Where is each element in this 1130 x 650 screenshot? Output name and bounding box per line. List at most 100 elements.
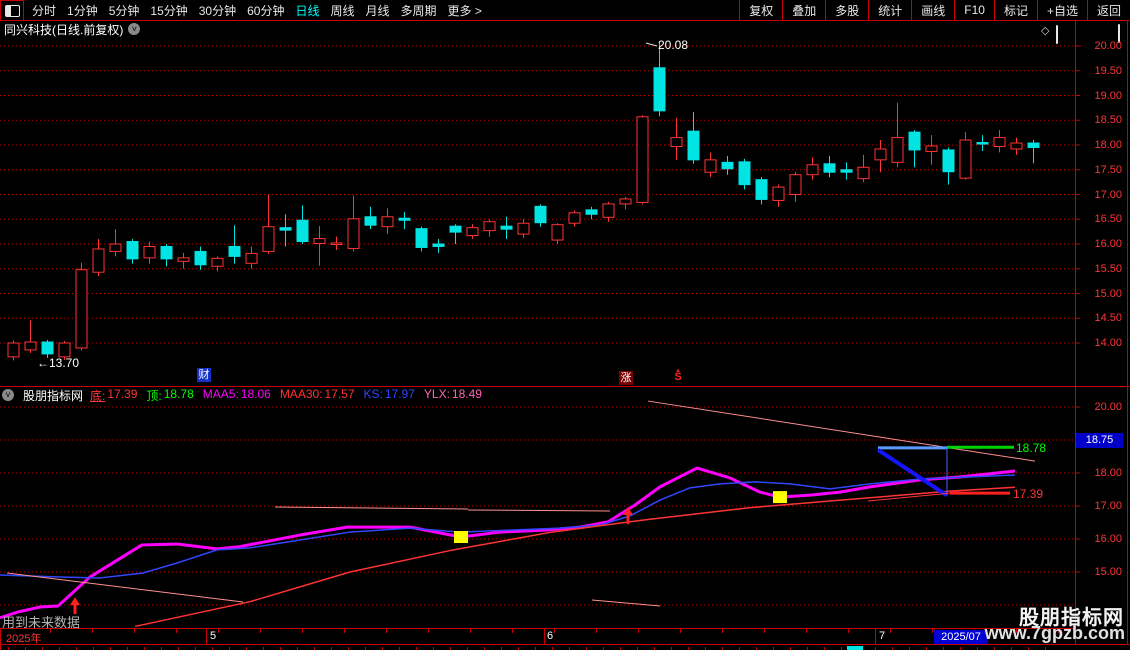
candle-body-down [194,250,207,266]
window-layout-button[interactable] [0,0,24,20]
candle-body-down [942,149,955,173]
xaxis-label-current-month: 2025/07 [934,629,988,644]
period-tab-60分钟[interactable]: 60分钟 [247,2,284,19]
candle-body-up [211,257,224,267]
candle-body-up [177,257,190,262]
candle-body-up [670,137,683,147]
indicator-value-顶: 顶: 18.78 [146,386,194,403]
period-tab-日线[interactable]: 日线 [295,2,319,19]
tool-button-复权[interactable]: 复权 [739,0,782,20]
candle-body-up [1010,142,1023,150]
event-badge-财[interactable]: 财 [197,368,211,382]
event-badge-涨[interactable]: 涨 [619,371,633,385]
period-tab-多周期[interactable]: 多周期 [401,2,437,19]
candle-body-down [279,227,292,231]
xaxis-label-2025年: 2025年 [6,633,42,645]
candle-body-down [364,216,377,226]
yellow-square-marker [454,531,468,544]
candle-body-down [976,142,989,145]
yellow-square-marker [773,491,787,504]
main-axis-label-18.50: 18.50 [1094,114,1122,127]
candle-body-up [993,137,1006,147]
candle-body-down [126,241,139,260]
main-axis-label-18.00: 18.00 [1094,139,1122,151]
main-axis-label-16.00: 16.00 [1094,238,1122,250]
candle-body-up [24,341,37,351]
candle-body-down [500,225,513,230]
xaxis-label-5: 5 [210,630,217,642]
tool-button-画线[interactable]: 画线 [911,0,954,20]
candle-body-down [585,209,598,215]
candle-body-up [7,342,20,358]
candle-body-up [959,139,972,179]
candle-body-up [568,212,581,224]
tool-button-标记[interactable]: 标记 [993,0,1037,20]
low-price-label: ←13.70 [37,356,80,370]
candle-body-up [789,174,802,195]
tool-button-叠加[interactable]: 叠加 [782,0,825,20]
candle-body-up [551,224,564,241]
candle-body-up [704,159,717,173]
candle-body-up [857,166,870,180]
xaxis-label-6: 6 [547,630,554,642]
series-KS [0,474,1016,579]
candle-body-up [517,222,530,235]
candle-body-up [92,248,105,273]
candle-body-up [602,203,615,218]
tool-button-F10[interactable]: F10 [954,0,994,20]
candle-body-up [245,252,258,264]
main-axis-label-14.00: 14.00 [1094,337,1122,349]
tool-button-返回[interactable]: 返回 [1086,0,1130,20]
candle-body-up [381,216,394,228]
tool-button-多股[interactable]: 多股 [825,0,868,20]
period-tab-更多 >[interactable]: 更多 > [448,2,482,19]
candle-body-up [347,218,360,249]
candle-body-up [772,186,785,201]
tool-button-统计[interactable]: 统计 [868,0,911,20]
high-price-label: 20.08 [658,38,689,52]
candle-body-down [653,67,666,112]
candle-body-down [908,131,921,151]
period-tab-分时[interactable]: 分时 [32,2,56,19]
candle-body-down [687,130,700,161]
candle-body-down [432,243,445,247]
candle-body-down [398,217,411,221]
chevron-down-icon[interactable]: ˅ [128,23,141,35]
period-tab-5分钟[interactable]: 5分钟 [109,2,140,19]
main-axis-label-20.00: 20.00 [1094,40,1122,52]
candle-body-up [806,164,819,176]
series-trendline-lower-left [6,572,244,603]
ind-axis-label-15.00: 15.00 [1094,566,1122,578]
period-tab-月线[interactable]: 月线 [366,2,390,19]
tool-button-+自选[interactable]: +自选 [1036,0,1087,20]
chart-canvas [0,21,1130,650]
indicator-value-MAA30: MAA30: 17.57 [279,386,355,401]
indicator-header: ˅ 股朋指标网 底: 17.39 顶: 18.78 MAA5: 18.06 MAA30: 17… [0,387,482,404]
candle-body-up [874,148,887,161]
period-tab-周线[interactable]: 周线 [330,2,354,19]
main-axis-label-19.50: 19.50 [1094,64,1122,77]
event-badge-S[interactable]: ▴ S [671,367,685,383]
bottom-level-label: 17.39 [1013,487,1044,501]
period-tab-1分钟[interactable]: 1分钟 [67,2,98,19]
candle-body-down [449,225,462,233]
candle-body-up [143,245,156,259]
tools-menu: 复权 叠加 多股 统计 画线 F10 标记 +自选 返回 [739,0,1130,20]
candle-body-up [466,227,479,237]
indicator-value-KS: KS: 17.97 [363,386,415,401]
series-segment-bottom-mid [591,599,661,607]
indicator-source-name[interactable]: 股朋指标网 [23,387,83,404]
candle-body-up [75,269,88,349]
candle-body-down [1027,142,1040,148]
chevron-down-icon[interactable]: ˅ [2,389,14,401]
period-tab-15分钟[interactable]: 15分钟 [150,2,187,19]
main-axis-label-17.50: 17.50 [1094,163,1122,176]
period-tab-30分钟[interactable]: 30分钟 [199,2,236,19]
ind-axis-label-18.00: 18.00 [1094,467,1122,479]
candle-body-up [619,198,632,205]
candle-body-up [330,242,343,246]
indicator-values: 底: 17.39 顶: 18.78 MAA5: 18.06 MAA30: 17.57 KS: 17… [90,387,482,404]
candle-body-up [313,238,326,245]
left-arrow-glyph: ← [37,356,49,370]
series-level-step-1 [274,506,469,510]
